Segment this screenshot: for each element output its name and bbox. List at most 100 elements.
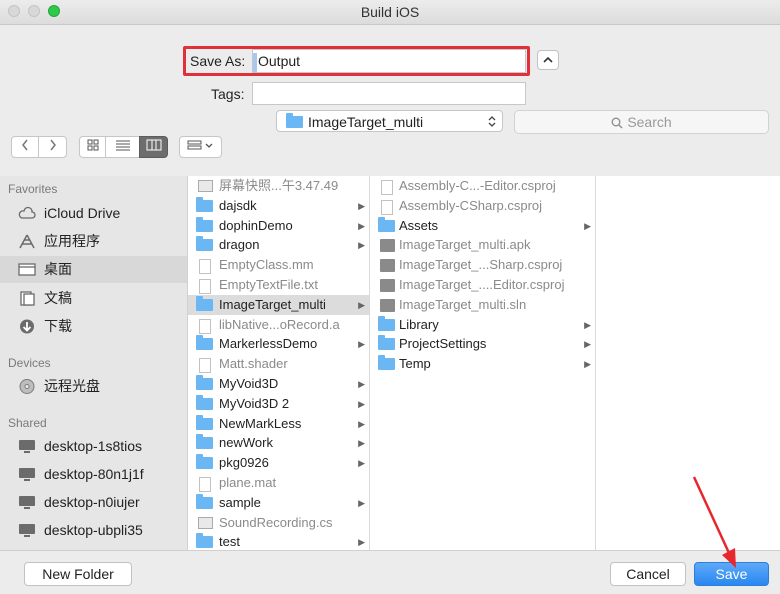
file-row[interactable]: libNative...oRecord.a [188, 315, 369, 335]
file-row[interactable]: plane.mat [188, 473, 369, 493]
sidebar-item-label: desktop-1s8tios [44, 438, 143, 454]
sidebar-item-remote-disc[interactable]: 远程光盘 [0, 373, 187, 400]
chevron-right-icon: ▶ [358, 299, 365, 310]
file-row[interactable]: 屏幕快照...午3.47.49 [188, 176, 369, 196]
browser-column-3 [596, 176, 780, 550]
file-row[interactable]: Library ▶ [370, 315, 595, 335]
file-row[interactable]: ProjectSettings ▶ [370, 334, 595, 354]
file-row[interactable]: ImageTarget_multi ▶ [188, 294, 369, 315]
chevron-right-icon: ▶ [584, 359, 591, 370]
chevron-right-icon: ▶ [358, 240, 365, 251]
file-row[interactable]: newWork ▶ [188, 433, 369, 453]
file-row[interactable]: Matt.shader [188, 354, 369, 374]
documents-icon [20, 291, 35, 306]
sidebar-item-shared-computer[interactable]: desktop-ubpli35 [0, 517, 187, 544]
sidebar-item-label: iCloud Drive [44, 205, 121, 221]
folder-icon [286, 113, 303, 128]
sidebar-item-icloud-drive[interactable]: iCloud Drive [0, 200, 187, 227]
file-row[interactable]: pkg0926 ▶ [188, 453, 369, 473]
file-row[interactable]: MyVoid3D 2 ▶ [188, 394, 369, 414]
file-name: MarkerlessDemo [219, 336, 318, 352]
back-button[interactable] [11, 136, 39, 158]
sidebar-item-shared-computer[interactable]: desktop-1s8tios [0, 433, 187, 460]
downloads-icon [20, 319, 34, 334]
file-row[interactable]: dragon ▶ [188, 235, 369, 255]
file-row[interactable]: ImageTarget_multi.sln [370, 295, 595, 315]
grid-icon [87, 139, 98, 151]
file-name: MyVoid3D [219, 376, 279, 391]
file-row[interactable]: MarkerlessDemo ▶ [188, 334, 369, 354]
file-icon [380, 239, 395, 253]
icon-view-button[interactable] [79, 136, 106, 158]
browser-column-1: 屏幕快照...午3.47.49 dajsdk ▶ dophinDemo ▶ dragon ▶… [188, 176, 370, 550]
folder-icon [196, 434, 213, 450]
save-as-input[interactable]: Output [252, 49, 526, 73]
folder-icon [196, 335, 213, 351]
document-icon [199, 358, 211, 374]
browser-column-2: Assembly-C...-Editor.csproj Assembly-CSha… [370, 176, 596, 550]
file-row[interactable]: test ▶ [188, 532, 369, 550]
image-file-icon [198, 516, 213, 529]
file-row[interactable]: Assembly-CSharp.csproj [370, 196, 595, 216]
file-row[interactable]: sample ▶ [188, 493, 369, 513]
file-name: Assembly-C...-Editor.csproj [399, 178, 556, 193]
file-name: EmptyClass.mm [219, 257, 314, 273]
file-row[interactable]: ImageTarget_multi.apk [370, 235, 595, 255]
location-popup[interactable]: ImageTarget_multi [276, 110, 503, 132]
tags-label: Tags: [211, 86, 245, 102]
location-label: ImageTarget_multi [308, 114, 424, 130]
file-row[interactable]: dophinDemo ▶ [188, 216, 369, 236]
file-name: ImageTarget_multi [219, 296, 326, 312]
cloud-icon [18, 206, 36, 219]
file-row[interactable]: ImageTarget_....Editor.csproj [370, 275, 595, 295]
image-file-icon [198, 180, 213, 192]
file-row[interactable]: EmptyTextFile.txt [188, 275, 369, 295]
file-row[interactable]: ImageTarget_...Sharp.csproj [370, 255, 595, 275]
search-field[interactable]: Search [514, 110, 769, 134]
computer-icon [19, 496, 35, 509]
chevron-left-icon [22, 139, 28, 151]
new-folder-button[interactable]: New Folder [24, 562, 132, 586]
file-row[interactable]: MyVoid3D ▶ [188, 374, 369, 394]
file-row[interactable]: SoundRecording.cs [188, 513, 369, 533]
file-name: MyVoid3D 2 [219, 395, 290, 411]
file-name: test [219, 534, 240, 550]
list-view-button[interactable] [105, 136, 140, 158]
chevron-right-icon: ▶ [358, 220, 365, 231]
folder-icon [196, 196, 213, 212]
file-name: ImageTarget_multi.apk [399, 237, 531, 253]
chevron-right-icon: ▶ [358, 418, 365, 429]
cancel-button[interactable]: Cancel [610, 562, 686, 586]
sidebar-item-shared-computer[interactable]: desktop-80n1j1f [0, 461, 187, 488]
file-row[interactable]: Assembly-C...-Editor.csproj [370, 176, 595, 196]
sidebar-item-applications[interactable]: 应用程序 [0, 228, 187, 255]
file-row[interactable]: Assets ▶ [370, 216, 595, 236]
chevron-right-icon: ▶ [358, 379, 365, 389]
file-row[interactable]: EmptyClass.mm [188, 255, 369, 275]
column-view-button[interactable] [139, 136, 168, 158]
chevron-right-icon: ▶ [584, 220, 591, 231]
file-name: Temp [399, 356, 431, 372]
folder-icon [196, 454, 213, 470]
folder-icon [196, 375, 213, 390]
text-cursor [253, 53, 257, 73]
save-button[interactable]: Save [694, 562, 769, 586]
file-row[interactable]: NewMarkLess ▶ [188, 414, 369, 434]
file-name: Library [399, 316, 439, 332]
file-name: dophinDemo [219, 217, 293, 233]
sidebar-item-documents[interactable]: 文稿 [0, 285, 187, 312]
sidebar-item-shared-computer[interactable]: desktop-n0iujer [0, 489, 187, 516]
file-row[interactable]: dajsdk ▶ [188, 196, 369, 216]
expand-collapse-button[interactable] [537, 50, 559, 70]
folder-icon [196, 295, 213, 311]
file-name: 屏幕快照...午3.47.49 [219, 178, 339, 193]
forward-button[interactable] [38, 136, 67, 158]
chevron-right-icon: ▶ [358, 398, 365, 409]
document-icon [381, 199, 393, 215]
sidebar-item-desktop[interactable]: 桌面 [0, 256, 187, 283]
arrange-menu-button[interactable] [179, 136, 222, 158]
folder-icon [196, 493, 213, 509]
tags-input[interactable] [252, 82, 526, 105]
sidebar-item-downloads[interactable]: 下载 [0, 313, 187, 340]
file-row[interactable]: Temp ▶ [370, 354, 595, 374]
